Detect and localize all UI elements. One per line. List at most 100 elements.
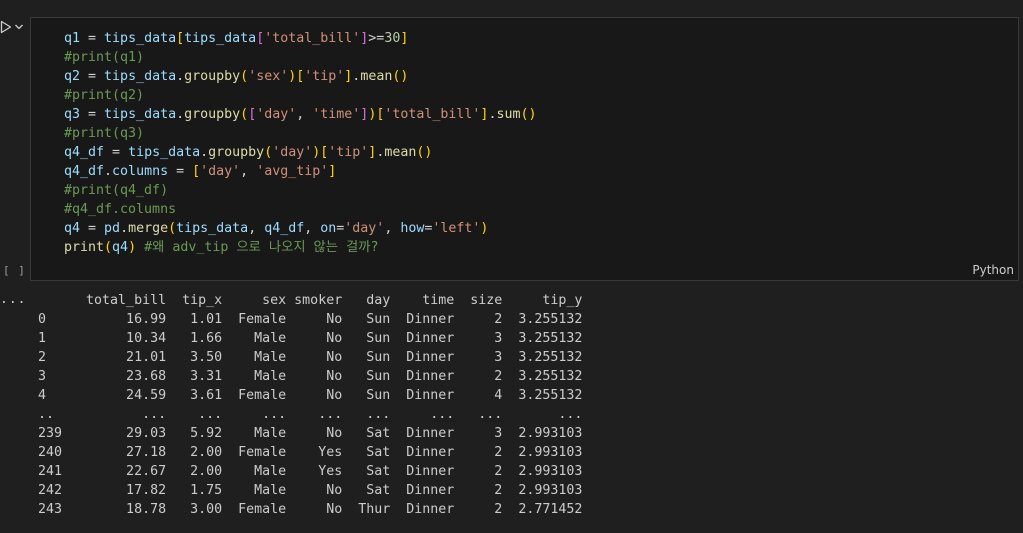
code-token: tips_data xyxy=(128,145,201,160)
code-token: columns xyxy=(112,164,169,179)
code-token: 'day' xyxy=(200,164,241,179)
code-token: ] xyxy=(400,31,409,46)
code-token: , xyxy=(296,107,313,122)
code-token: 'time' xyxy=(312,107,361,122)
code-token: ( xyxy=(168,221,177,236)
code-token: mean xyxy=(360,69,393,84)
output-row: 0 16.99 1.01 Female No Sun Dinner 2 3.25… xyxy=(38,312,583,327)
code-token: merge xyxy=(128,221,169,236)
code-token: , xyxy=(384,221,401,236)
code-token: = xyxy=(80,221,105,236)
code-token: ) xyxy=(480,221,489,236)
code-line[interactable]: #print(q3) xyxy=(64,124,537,143)
code-line[interactable]: q2 = tips_data.groupby('sex')['tip'].mea… xyxy=(64,67,537,86)
code-token: 'total_bill' xyxy=(264,31,361,46)
code-token: tips_data xyxy=(184,31,257,46)
code-token: q3 xyxy=(64,107,81,122)
code-token: print xyxy=(64,240,105,255)
code-token: #print(q1) xyxy=(64,50,145,65)
code-line[interactable]: #print(q2) xyxy=(64,86,537,105)
run-options-button[interactable] xyxy=(14,22,24,32)
code-token: #print(q3) xyxy=(64,126,145,141)
output-row: 240 27.18 2.00 Female Yes Sat Dinner 2 2… xyxy=(38,445,583,460)
execution-count: [ ] xyxy=(3,264,26,277)
code-token: pd xyxy=(104,221,121,236)
code-token: ( xyxy=(104,240,113,255)
code-line[interactable]: q4 = pd.merge(tips_data, q4_df, on='day'… xyxy=(64,219,537,238)
code-token: ( xyxy=(240,69,249,84)
code-token: tips_data xyxy=(104,69,177,84)
code-token: #q4_df.columns xyxy=(64,202,177,217)
code-token: () xyxy=(392,69,409,84)
code-token: groupby xyxy=(208,145,265,160)
code-token: tips_data xyxy=(104,31,177,46)
run-cell-button[interactable] xyxy=(0,20,12,34)
code-token: = xyxy=(168,164,193,179)
code-line[interactable]: #print(q1) xyxy=(64,48,537,67)
code-token: ( xyxy=(264,145,273,160)
code-token: groupby xyxy=(184,69,241,84)
code-token: q2 xyxy=(64,69,81,84)
output-row: 2 21.01 3.50 Male No Sun Dinner 3 3.2551… xyxy=(38,350,583,365)
code-token: ( xyxy=(240,107,249,122)
output-row: 243 18.78 3.00 Female No Thur Dinner 2 2… xyxy=(38,502,583,517)
code-line[interactable]: print(q4) #왜 adv_tip 으로 나오지 않는 걸까? xyxy=(64,238,537,257)
code-token: = xyxy=(80,69,105,84)
code-token: , xyxy=(248,221,265,236)
code-token: 'tip' xyxy=(304,69,345,84)
code-line[interactable]: q1 = tips_data[tips_data['total_bill']>=… xyxy=(64,29,537,48)
output-more-actions-button[interactable]: ... xyxy=(0,292,26,307)
code-token: groupby xyxy=(184,107,241,122)
code-line[interactable]: #q4_df.columns xyxy=(64,200,537,219)
code-token: mean xyxy=(384,145,417,160)
code-token: 'sex' xyxy=(248,69,289,84)
code-line[interactable]: #print(q4_df) xyxy=(64,181,537,200)
code-token: 'tip' xyxy=(328,145,369,160)
code-token: 'day' xyxy=(344,221,385,236)
play-icon xyxy=(0,20,12,34)
code-line[interactable]: q4_df.columns = ['day', 'avg_tip'] xyxy=(64,162,537,181)
code-token: ] xyxy=(328,164,337,179)
output-row: 4 24.59 3.61 Female No Sun Dinner 4 3.25… xyxy=(38,388,583,403)
code-token: #print(q4_df) xyxy=(64,183,169,198)
code-token: () xyxy=(520,107,537,122)
code-token: . xyxy=(176,107,185,122)
code-token: [ xyxy=(248,107,257,122)
code-token: 'avg_tip' xyxy=(256,164,329,179)
code-token: q1 xyxy=(64,31,81,46)
code-token: #print(q2) xyxy=(64,88,145,103)
code-token: q4_df xyxy=(264,221,305,236)
code-token: how xyxy=(400,221,425,236)
code-cell[interactable]: q1 = tips_data[tips_data['total_bill']>=… xyxy=(30,17,1019,281)
code-token: tips_data xyxy=(176,221,249,236)
output-row: 3 23.68 3.31 Male No Sun Dinner 2 3.2551… xyxy=(38,369,583,384)
output-header-row: total_bill tip_x sex smoker day time siz… xyxy=(38,293,583,308)
code-line[interactable]: q3 = tips_data.groupby(['day', 'time'])[… xyxy=(64,105,537,124)
output-row: 239 29.03 5.92 Male No Sat Dinner 3 2.99… xyxy=(38,426,583,441)
code-token: = xyxy=(80,107,105,122)
code-token: [ xyxy=(176,31,185,46)
code-line[interactable]: q4_df = tips_data.groupby('day')['tip'].… xyxy=(64,143,537,162)
notebook-page: [ ] q1 = tips_data[tips_data['total_bill… xyxy=(0,0,1023,533)
cell-output: total_bill tip_x sex smoker day time siz… xyxy=(38,291,582,519)
code-token: [ xyxy=(192,164,201,179)
output-row: .. ... ... ... ... ... ... ... ... xyxy=(38,407,583,422)
code-token: q4 xyxy=(112,240,129,255)
code-token: 30 xyxy=(384,31,401,46)
code-token: on xyxy=(320,221,337,236)
code-token: . xyxy=(176,69,185,84)
code-token: = xyxy=(104,145,129,160)
code-token: () xyxy=(416,145,433,160)
code-editor[interactable]: q1 = tips_data[tips_data['total_bill']>=… xyxy=(64,29,537,257)
code-token: ) xyxy=(128,240,137,255)
code-token: [ xyxy=(256,31,265,46)
code-token: 'total_bill' xyxy=(384,107,481,122)
cell-language-label[interactable]: Python xyxy=(972,263,1014,277)
code-token: 'left' xyxy=(432,221,481,236)
code-token: q4_df xyxy=(64,145,105,160)
code-token: sum xyxy=(496,107,521,122)
code-token: . xyxy=(200,145,209,160)
code-token: . xyxy=(120,221,129,236)
code-token: . xyxy=(104,164,113,179)
